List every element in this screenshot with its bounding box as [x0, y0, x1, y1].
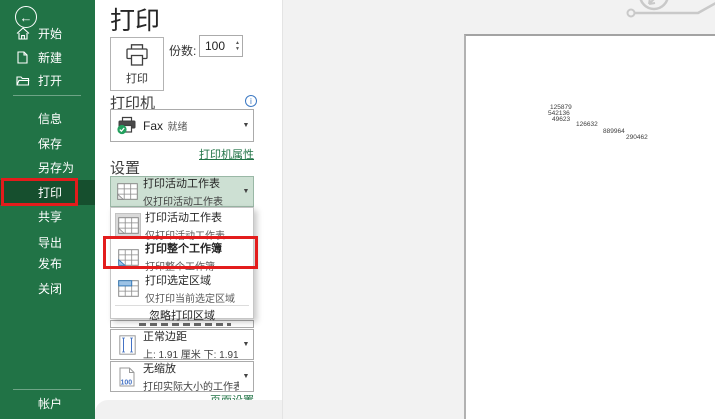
chevron-down-icon: ▼ [239, 373, 253, 380]
sidebar-item-info[interactable]: 信息 [0, 106, 95, 130]
active-sheet-icon [115, 213, 141, 239]
copies-input[interactable] [200, 36, 233, 56]
sidebar-item-label: 打印 [38, 184, 62, 201]
page-title: 打印 [110, 1, 160, 37]
svg-text:100: 100 [121, 379, 133, 386]
sidebar-item-label: 开始 [38, 25, 62, 42]
open-folder-icon [15, 73, 30, 88]
sidebar-item-open[interactable]: 打开 [0, 68, 95, 92]
printer-icon [124, 43, 150, 68]
print-what-subtitle: 仅打印活动工作表 [143, 197, 223, 208]
preview-cell-value: 126632 [576, 122, 598, 128]
sidebar-item-label: 保存 [38, 135, 62, 152]
sidebar-item-new[interactable]: 新建 [0, 45, 95, 69]
scaling-title: 无缩放 [143, 363, 176, 375]
sidebar-item-label: 打开 [38, 72, 62, 89]
print-button[interactable]: 打印 [110, 37, 164, 91]
scaling-subtitle: 打印实际大小的工作表 [143, 382, 239, 393]
active-sheet-icon [111, 183, 143, 200]
sidebar-divider [13, 95, 81, 96]
home-icon [15, 26, 30, 41]
menu-item-title: 打印整个工作簿 [145, 243, 222, 255]
new-document-icon [15, 50, 30, 65]
preview-cell-value: 49623 [552, 117, 570, 123]
info-icon[interactable]: i [245, 95, 257, 107]
menu-item-title: 打印活动工作表 [145, 212, 222, 224]
info-glyph: i [250, 96, 252, 106]
preview-cell-value: 290462 [626, 135, 648, 141]
preview-cell-value: 889964 [603, 129, 625, 135]
margins-select[interactable]: 正常边距 上: 1.91 厘米 下: 1.91 厘... ▼ [110, 329, 254, 360]
sidebar-item-label: 导出 [38, 234, 62, 251]
sidebar-item-save-as[interactable]: 另存为 [0, 155, 95, 179]
printer-name: Fax [143, 119, 163, 133]
copies-stepper: ▲ ▼ [199, 35, 243, 57]
sidebar-item-home[interactable]: 开始 [0, 21, 95, 45]
print-selection-icon [111, 280, 145, 297]
margins-icon [111, 335, 143, 355]
menu-item-subtitle: 仅打印当前选定区域 [145, 294, 235, 305]
sidebar-item-label: 发布 [38, 255, 62, 272]
backstage-sidebar: ← 开始 新建 打开 信息 保存 另存为 打印 共享 导出 发布 关闭 帐户 [0, 0, 95, 419]
sidebar-divider [13, 389, 81, 390]
sidebar-item-save[interactable]: 保存 [0, 131, 95, 155]
fax-printer-icon [111, 116, 143, 135]
menu-item-print-selection[interactable]: 打印选定区域 仅打印当前选定区域 [111, 274, 253, 303]
chevron-down-icon: ▼ [239, 122, 253, 129]
menu-divider [115, 305, 249, 306]
chevron-down-icon: ▼ [239, 341, 253, 348]
no-scaling-icon: 100 [111, 367, 143, 387]
print-what-select[interactable]: 打印活动工作表 仅打印活动工作表 ▼ [110, 176, 254, 207]
sidebar-item-publish[interactable]: 发布 [0, 251, 95, 275]
sidebar-item-print[interactable]: 打印 [0, 180, 95, 205]
sidebar-item-label: 帐户 [38, 395, 62, 412]
menu-item-print-active-sheets[interactable]: 打印活动工作表 仅打印活动工作表 [111, 211, 253, 240]
print-button-label: 打印 [126, 70, 148, 86]
annotation-connector-icon [283, 0, 715, 34]
menu-item-ignore-print-area[interactable]: 忽略打印区域 [149, 307, 215, 323]
sidebar-item-label: 信息 [38, 110, 62, 127]
scaling-select[interactable]: 100 无缩放 打印实际大小的工作表 ▼ [110, 361, 254, 392]
copies-down-icon[interactable]: ▼ [235, 46, 240, 52]
print-what-menu: 打印活动工作表 仅打印活动工作表 打印整个工作簿 打印整个工作簿 打印选定区域 [110, 207, 254, 319]
menu-item-print-entire-workbook[interactable]: 打印整个工作簿 打印整个工作簿 [111, 242, 253, 272]
sidebar-item-account[interactable]: 帐户 [0, 391, 95, 415]
copies-label: 份数: [169, 42, 196, 59]
margins-title: 正常边距 [143, 331, 187, 343]
sidebar-item-label: 关闭 [38, 280, 62, 297]
preview-page: 125879 542136 49623 126632 889964 290462 [464, 34, 715, 419]
chevron-down-icon: ▼ [239, 188, 253, 195]
entire-workbook-icon [111, 249, 145, 266]
sidebar-item-label: 共享 [38, 208, 62, 225]
sidebar-item-share[interactable]: 共享 [0, 204, 95, 228]
menu-item-title: 打印选定区域 [145, 275, 211, 287]
print-preview-area: 125879 542136 49623 126632 889964 290462 [282, 0, 715, 419]
settings-section-title: 设置 [110, 157, 140, 178]
sidebar-item-close[interactable]: 关闭 [0, 276, 95, 300]
preview-bottom-strip [95, 400, 283, 419]
sidebar-item-label: 新建 [38, 49, 62, 66]
sidebar-item-label: 另存为 [38, 159, 74, 176]
printer-select[interactable]: Fax 就绪 ▼ [110, 109, 254, 142]
print-what-title: 打印活动工作表 [143, 178, 220, 190]
printer-status: 就绪 [167, 122, 187, 133]
